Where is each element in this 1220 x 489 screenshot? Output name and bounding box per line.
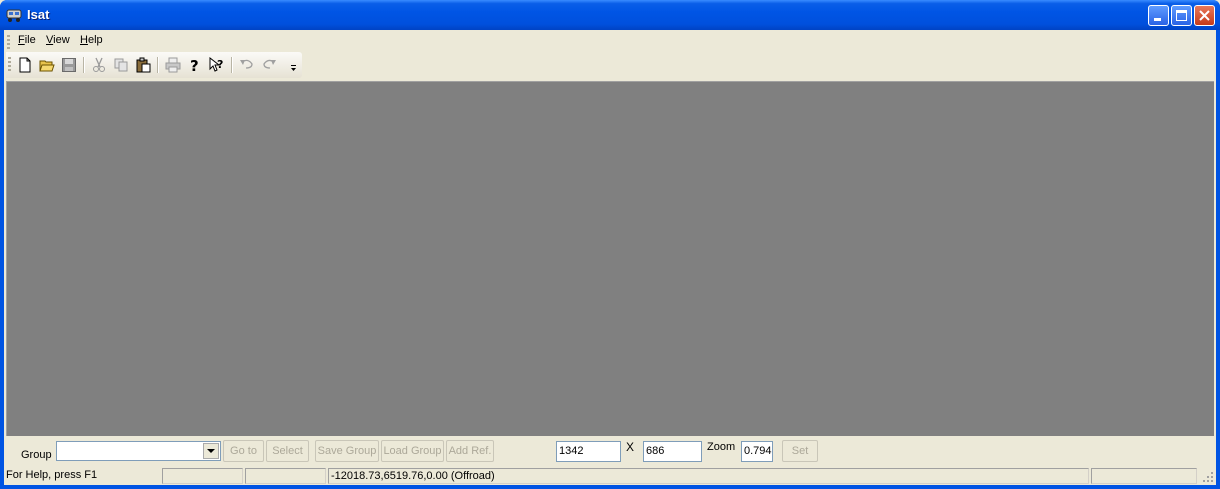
- svg-text:?: ?: [217, 58, 223, 71]
- window-frame-bottom: [0, 485, 1220, 489]
- open-button[interactable]: [37, 55, 57, 75]
- undo-icon: [240, 59, 253, 69]
- status-coordinates: -12018.73,6519.76,0.00 (Offroad): [328, 468, 1089, 484]
- group-label: Group: [21, 449, 52, 461]
- toolbar-options-icon: [291, 65, 296, 71]
- open-folder-icon: [39, 60, 55, 72]
- chevron-down-icon: [207, 449, 215, 453]
- help-icon: ?: [190, 57, 199, 73]
- close-icon: [1199, 10, 1210, 21]
- toolbar-separator: [83, 57, 85, 73]
- menu-view[interactable]: View: [46, 34, 70, 46]
- status-bar: For Help, press F1 -12018.73,6519.76,0.0…: [4, 466, 1216, 485]
- set-button[interactable]: Set: [782, 440, 818, 462]
- zoom-label: Zoom: [707, 441, 736, 453]
- paste-icon: [136, 57, 151, 73]
- status-help-text: For Help, press F1: [6, 469, 98, 481]
- status-pane-3: [245, 468, 326, 484]
- size-grip[interactable]: [1202, 471, 1214, 483]
- print-button[interactable]: [163, 55, 183, 75]
- maximize-icon: [1176, 10, 1187, 21]
- print-icon: [165, 57, 181, 73]
- cut-button[interactable]: [89, 55, 109, 75]
- toolbar: ? ?: [6, 52, 302, 78]
- load-group-button[interactable]: Load Group: [381, 440, 444, 462]
- height-input[interactable]: 686: [643, 441, 702, 462]
- status-pane-5: [1091, 468, 1197, 484]
- resize-grip-icon: [1203, 472, 1213, 482]
- copy-button[interactable]: [111, 55, 131, 75]
- menu-bar: File View Help: [4, 30, 1216, 52]
- menu-help[interactable]: Help: [80, 34, 103, 46]
- new-button[interactable]: [15, 55, 35, 75]
- save-group-button[interactable]: Save Group: [315, 440, 379, 462]
- context-help-button[interactable]: ?: [207, 55, 227, 75]
- save-icon: [62, 58, 76, 72]
- new-file-icon: [19, 57, 31, 73]
- paste-button[interactable]: [133, 55, 153, 75]
- close-button[interactable]: [1194, 5, 1215, 26]
- save-button[interactable]: [59, 55, 79, 75]
- svg-text:?: ?: [190, 57, 199, 73]
- control-bar: Group Go to Select Save Group Load Group…: [4, 436, 1216, 466]
- x-label: X: [626, 440, 635, 454]
- client-area: File View Help ? ? Group Go to Select Sa…: [4, 30, 1216, 485]
- zoom-input[interactable]: 0.794: [741, 441, 773, 462]
- title-bar[interactable]: Isat: [0, 0, 1220, 30]
- window-title: Isat: [27, 7, 50, 22]
- maximize-button[interactable]: [1171, 5, 1192, 26]
- add-ref-button[interactable]: Add Ref.: [446, 440, 494, 462]
- redo-icon: [263, 59, 276, 69]
- window-frame-right: [1216, 30, 1220, 489]
- group-combobox[interactable]: [56, 441, 221, 461]
- copy-icon: [114, 58, 128, 72]
- redo-button[interactable]: [259, 55, 279, 75]
- status-pane-2: [162, 468, 243, 484]
- context-help-icon: ?: [209, 57, 223, 72]
- menu-file[interactable]: File: [18, 34, 36, 46]
- group-combobox-arrow[interactable]: [203, 443, 219, 459]
- toolbar-options-button[interactable]: [288, 55, 300, 75]
- goto-button[interactable]: Go to: [223, 440, 264, 462]
- toolbar-grip[interactable]: [8, 57, 11, 73]
- cut-icon: [93, 57, 105, 72]
- help-button[interactable]: ?: [185, 55, 205, 75]
- toolbar-separator: [231, 57, 233, 73]
- minimize-button[interactable]: [1148, 5, 1169, 26]
- toolbar-separator: [157, 57, 159, 73]
- menubar-grip[interactable]: [7, 35, 10, 49]
- select-button[interactable]: Select: [266, 440, 309, 462]
- map-view[interactable]: [6, 81, 1214, 436]
- app-icon[interactable]: [6, 7, 22, 23]
- minimize-icon: [1154, 18, 1161, 21]
- app-window: Isat File View Help ? ? Group Go to Sele…: [0, 0, 1220, 489]
- width-input[interactable]: 1342: [556, 441, 621, 462]
- undo-button[interactable]: [237, 55, 257, 75]
